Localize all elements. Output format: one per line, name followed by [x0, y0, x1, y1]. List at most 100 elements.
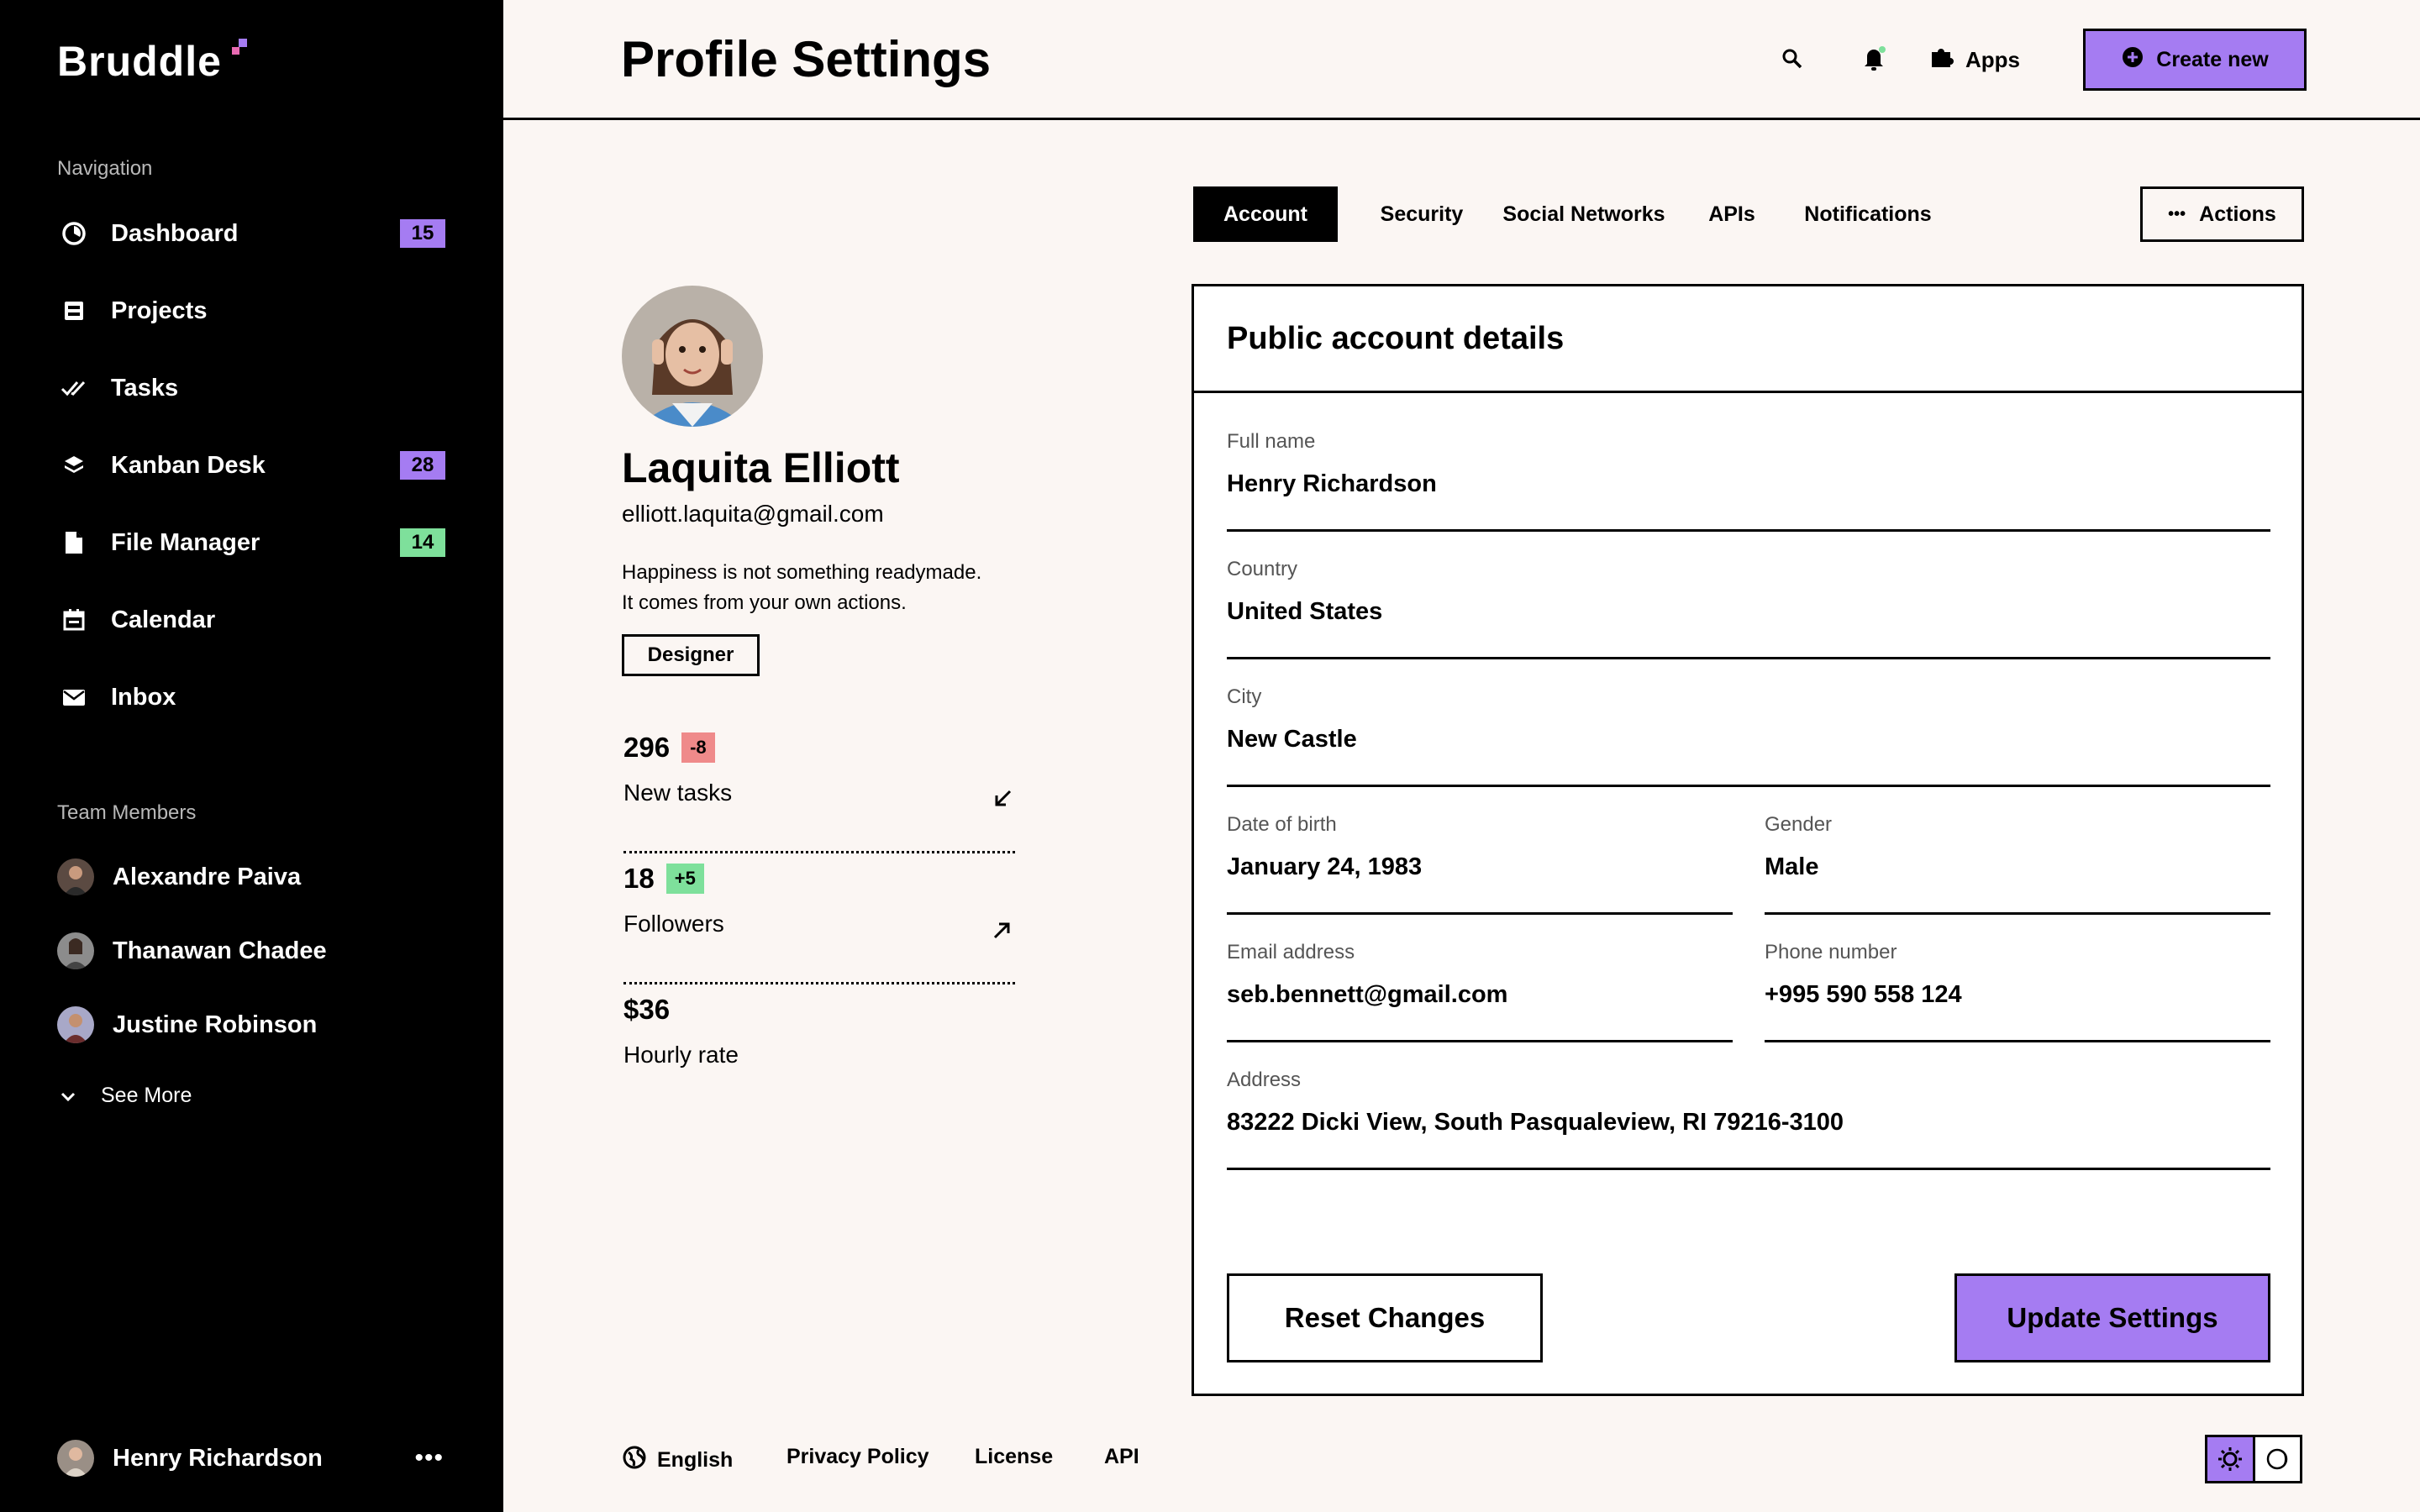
bell-icon[interactable]	[1857, 42, 1891, 76]
count-badge: 14	[400, 528, 445, 557]
profile-name: Laquita Elliott	[622, 444, 900, 491]
team-member[interactable]: Alexandre Paiva	[57, 853, 301, 900]
tab-security[interactable]: Security	[1363, 186, 1481, 242]
brand-logo[interactable]: Bruddle	[57, 37, 222, 86]
stat-value-row: 296 -8	[623, 727, 1015, 768]
avatar	[57, 1440, 94, 1477]
projects-icon	[57, 294, 91, 328]
stat-value-row: $36	[623, 990, 1015, 1030]
field-label: City	[1227, 685, 1262, 708]
field-label: Date of birth	[1227, 813, 1337, 836]
field-label: Email address	[1227, 941, 1355, 963]
date-of-birth-field[interactable]: Date of birth January 24, 1983	[1227, 813, 1733, 915]
member-name: Justine Robinson	[113, 1011, 318, 1038]
stat-value: $36	[623, 994, 671, 1025]
sidebar-item-label: Tasks	[111, 374, 179, 402]
field-value: January 24, 1983	[1227, 853, 1423, 880]
stat-value-row: 18 +5	[623, 858, 1015, 899]
top-header: Profile Settings Apps Create new	[503, 0, 2420, 120]
double-check-icon	[57, 371, 91, 405]
arrow-up-right-icon	[990, 917, 1015, 942]
stat-label: New tasks	[623, 780, 733, 806]
sidebar-item-inbox[interactable]: Inbox	[57, 672, 444, 722]
sun-icon[interactable]	[2207, 1437, 2255, 1481]
full-name-field[interactable]: Full name Henry Richardson	[1227, 430, 2270, 532]
globe-icon	[622, 1445, 647, 1476]
field-value: +995 590 558 124	[1765, 981, 1962, 1008]
plus-circle-icon	[2121, 45, 2144, 75]
stat-value: 18	[623, 863, 655, 894]
sidebar-item-calendar[interactable]: Calendar	[57, 595, 444, 645]
gender-field[interactable]: Gender Male	[1765, 813, 2270, 915]
see-more-button[interactable]: See More	[60, 1084, 192, 1108]
stat-value: 296	[623, 732, 671, 763]
sidebar-item-label: Projects	[111, 297, 208, 324]
apps-button[interactable]: Apps	[1928, 44, 2020, 76]
tab-apis[interactable]: APIs	[1687, 186, 1776, 242]
apps-label: Apps	[1965, 47, 2020, 72]
nav-section-title: Navigation	[57, 157, 153, 180]
team-member[interactable]: Thanawan Chadee	[57, 927, 327, 974]
stat-delta-badge: -8	[681, 732, 715, 763]
country-field[interactable]: Country United States	[1227, 558, 2270, 659]
mail-icon	[57, 680, 91, 714]
sidebar-item-projects[interactable]: Projects	[57, 286, 444, 336]
sidebar-item-label: Dashboard	[111, 219, 239, 247]
bio-line: Happiness is not something readymade.	[622, 561, 982, 584]
create-new-button[interactable]: Create new	[2083, 29, 2307, 91]
stat-hourly-rate: $36 Hourly rate	[623, 990, 1015, 1116]
field-value: Male	[1765, 853, 1819, 880]
license-link[interactable]: License	[975, 1445, 1053, 1469]
sidebar-item-dashboard[interactable]: Dashboard 15	[57, 208, 445, 259]
field-value: 83222 Dicki View, South Pasqualeview, RI…	[1227, 1109, 1844, 1136]
count-badge: 28	[400, 451, 445, 480]
card-title: Public account details	[1194, 286, 2302, 393]
api-link[interactable]: API	[1104, 1445, 1139, 1469]
language-label: English	[657, 1448, 734, 1472]
sidebar-item-file-manager[interactable]: File Manager 14	[57, 517, 445, 568]
more-options-icon[interactable]: •••	[414, 1444, 444, 1473]
current-user[interactable]: Henry Richardson •••	[57, 1435, 444, 1482]
dashboard-icon	[57, 217, 91, 250]
account-details-card: Public account details Full name Henry R…	[1192, 284, 2304, 1396]
profile-bio: Happiness is not something readymade. It…	[622, 558, 1059, 618]
tab-social-networks[interactable]: Social Networks	[1497, 186, 1670, 242]
sidebar-item-kanban-desk[interactable]: Kanban Desk 28	[57, 440, 445, 491]
language-selector[interactable]: English	[622, 1445, 733, 1476]
field-label: Country	[1227, 558, 1298, 580]
avatar	[57, 858, 94, 895]
arrow-down-left-icon	[990, 786, 1015, 811]
calendar-icon	[57, 603, 91, 637]
phone-field[interactable]: Phone number +995 590 558 124	[1765, 941, 2270, 1042]
tab-notifications[interactable]: Notifications	[1793, 186, 1943, 242]
email-field[interactable]: Email address seb.bennett@gmail.com	[1227, 941, 1733, 1042]
field-value: New Castle	[1227, 726, 1357, 753]
sidebar-item-label: File Manager	[111, 528, 260, 556]
sidebar-item-tasks[interactable]: Tasks	[57, 363, 444, 413]
logo-mark-icon	[232, 39, 249, 55]
city-field[interactable]: City New Castle	[1227, 685, 2270, 787]
tab-account[interactable]: Account	[1193, 186, 1338, 242]
member-name: Alexandre Paiva	[113, 863, 302, 890]
field-value: United States	[1227, 598, 1383, 625]
privacy-policy-link[interactable]: Privacy Policy	[786, 1445, 929, 1469]
team-member[interactable]: Justine Robinson	[57, 1001, 317, 1048]
avatar	[57, 932, 94, 969]
search-icon[interactable]	[1776, 42, 1809, 76]
field-value: seb.bennett@gmail.com	[1227, 981, 1508, 1008]
stat-followers: 18 +5 Followers	[623, 858, 1015, 984]
profile-avatar	[622, 286, 763, 427]
see-more-label: See More	[101, 1084, 192, 1107]
theme-toggle[interactable]	[2205, 1435, 2302, 1483]
update-settings-button[interactable]: Update Settings	[1954, 1273, 2270, 1362]
puzzle-icon	[1928, 44, 1955, 76]
actions-button[interactable]: ••• Actions	[2140, 186, 2304, 242]
moon-icon[interactable]	[2255, 1437, 2301, 1481]
address-field[interactable]: Address 83222 Dicki View, South Pasquale…	[1227, 1068, 2270, 1170]
reset-changes-button[interactable]: Reset Changes	[1227, 1273, 1543, 1362]
sidebar-item-label: Calendar	[111, 606, 216, 633]
field-value: Henry Richardson	[1227, 470, 1437, 497]
divider	[623, 982, 1015, 984]
avatar	[57, 1006, 94, 1043]
field-label: Gender	[1765, 813, 1833, 836]
